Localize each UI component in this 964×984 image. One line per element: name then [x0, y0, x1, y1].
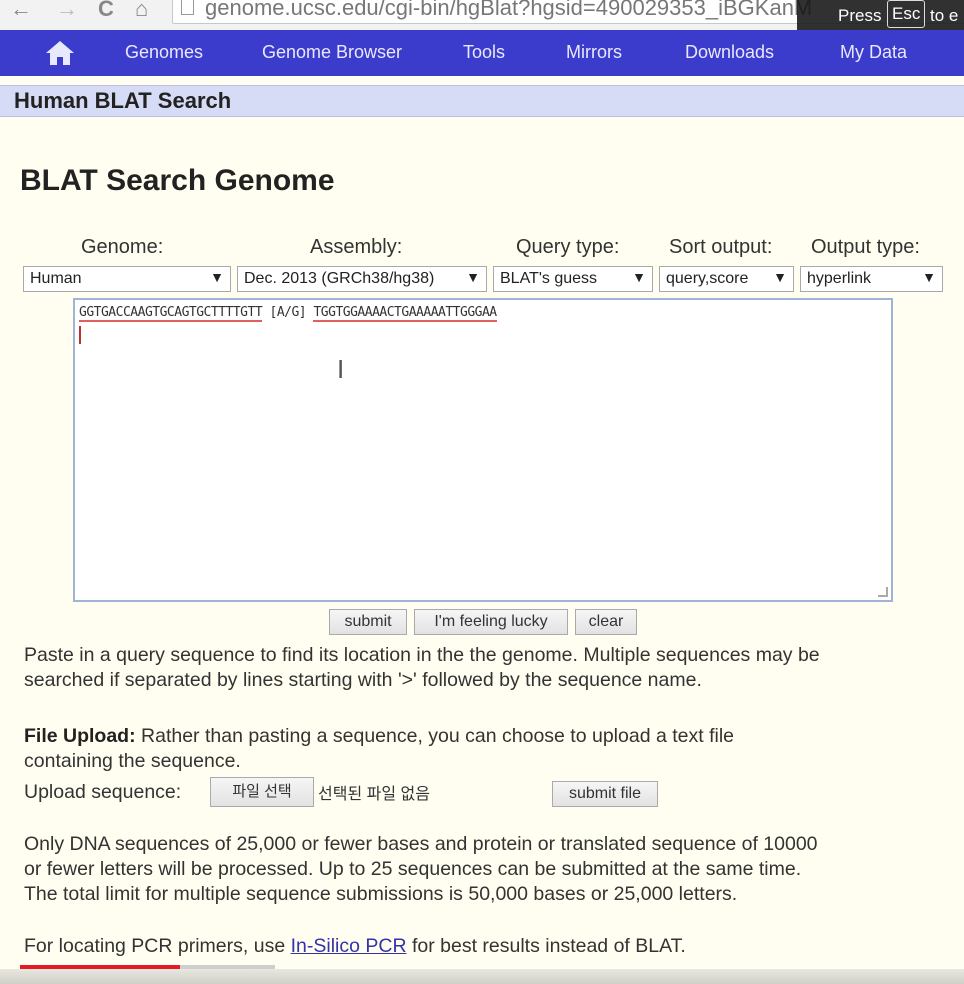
- no-file-chosen-text: 선택된 파일 없음: [318, 786, 430, 803]
- nav-downloads[interactable]: Downloads: [685, 42, 774, 63]
- genome-select[interactable]: Human ▼: [23, 266, 231, 292]
- dropdown-arrow-icon: ▼: [773, 269, 787, 285]
- output-type-select-value: hyperlink: [807, 270, 872, 287]
- submit-button[interactable]: submit: [329, 609, 407, 635]
- page-icon: [181, 0, 194, 15]
- sequence-textarea[interactable]: GGTGACCAAGTGCAGTGCTTTTGTT [A/G] TGGTGGAA…: [73, 298, 893, 602]
- help-paragraph: Paste in a query sequence to find its lo…: [24, 643, 820, 693]
- sort-output-select[interactable]: query,score ▼: [659, 266, 794, 292]
- hint-rest: to e: [930, 6, 959, 25]
- hint-esc-key: Esc: [887, 0, 926, 28]
- query-type-select[interactable]: BLAT's guess ▼: [493, 266, 653, 292]
- dropdown-arrow-icon: ▼: [632, 269, 646, 285]
- submit-file-button[interactable]: submit file: [552, 781, 658, 807]
- output-type-label: Output type:: [811, 236, 920, 258]
- back-icon[interactable]: ←: [10, 0, 32, 22]
- feeling-lucky-button[interactable]: I'm feeling lucky: [414, 609, 568, 635]
- assembly-label: Assembly:: [310, 236, 403, 258]
- in-silico-pcr-link[interactable]: In-Silico PCR: [291, 935, 407, 957]
- sort-output-select-value: query,score: [666, 270, 749, 287]
- query-type-label: Query type:: [516, 236, 620, 258]
- limits-line: or fewer letters will be processed. Up t…: [24, 858, 802, 880]
- sequence-variant: [A/G]: [269, 305, 307, 320]
- file-upload-line: containing the sequence.: [24, 750, 241, 772]
- file-upload-text: Rather than pasting a sequence, you can …: [135, 725, 734, 747]
- sequence-part1: GGTGACCAAGTGCAGTGCTTTTGTT: [79, 305, 263, 322]
- reload-icon[interactable]: C: [98, 0, 114, 22]
- resize-grip-icon[interactable]: [878, 587, 888, 597]
- pcr-text: For locating PCR primers, use: [24, 935, 291, 957]
- assembly-select[interactable]: Dec. 2013 (GRCh38/hg38) ▼: [237, 266, 487, 292]
- genome-label: Genome:: [81, 236, 164, 258]
- assembly-select-value: Dec. 2013 (GRCh38/hg38): [244, 270, 435, 287]
- section-title-bar: Human BLAT Search: [0, 85, 964, 117]
- nav-genome-browser[interactable]: Genome Browser: [262, 42, 402, 63]
- help-line: searched if separated by lines starting …: [24, 669, 702, 691]
- nav-my-data[interactable]: My Data: [840, 42, 907, 63]
- sort-output-label: Sort output:: [669, 236, 773, 258]
- nav-genomes[interactable]: Genomes: [125, 42, 203, 63]
- dropdown-arrow-icon: ▼: [922, 269, 936, 285]
- pcr-text: for best results instead of BLAT.: [406, 935, 686, 957]
- file-upload-paragraph: File Upload: Rather than pasting a seque…: [24, 724, 734, 774]
- forward-icon[interactable]: →: [56, 0, 78, 22]
- query-type-select-value: BLAT's guess: [500, 270, 598, 287]
- video-controls-strip: [0, 969, 964, 984]
- text-cursor-icon: I: [337, 354, 345, 384]
- text-caret: [79, 326, 81, 344]
- section-title: Human BLAT Search: [14, 88, 232, 113]
- address-text: genome.ucsc.edu/cgi-bin/hgBlat?hgsid=490…: [205, 0, 813, 20]
- file-upload-line: File Upload: Rather than pasting a seque…: [24, 724, 734, 749]
- page-title: BLAT Search Genome: [20, 164, 335, 197]
- sequence-part2: TGGTGGAAAACTGAAAAATTGGGAA: [313, 305, 497, 322]
- home-icon[interactable]: ⌂: [135, 0, 148, 22]
- pcr-paragraph: For locating PCR primers, use In-Silico …: [24, 934, 686, 959]
- clear-button[interactable]: clear: [575, 609, 637, 635]
- sequence-text: GGTGACCAAGTGCAGTGCTTTTGTT [A/G] TGGTGGAA…: [79, 305, 497, 322]
- choose-file-button[interactable]: 파일 선택: [210, 777, 314, 807]
- top-nav: Genomes Genome Browser Tools Mirrors Dow…: [0, 30, 964, 76]
- limits-paragraph: Only DNA sequences of 25,000 or fewer ba…: [24, 832, 818, 907]
- limits-line: Only DNA sequences of 25,000 or fewer ba…: [24, 833, 818, 855]
- limits-line: The total limit for multiple sequence su…: [24, 883, 738, 905]
- dropdown-arrow-icon: ▼: [466, 269, 480, 285]
- nav-tools[interactable]: Tools: [463, 42, 505, 63]
- nav-mirrors[interactable]: Mirrors: [566, 42, 622, 63]
- dropdown-arrow-icon: ▼: [210, 269, 224, 285]
- upload-sequence-label: Upload sequence:: [24, 781, 182, 803]
- help-line: Paste in a query sequence to find its lo…: [24, 644, 820, 666]
- file-upload-heading: File Upload:: [24, 725, 136, 747]
- home-icon[interactable]: [44, 38, 76, 68]
- output-type-select[interactable]: hyperlink ▼: [800, 266, 943, 292]
- genome-select-value: Human: [30, 270, 82, 287]
- hint-press: Press: [838, 6, 882, 25]
